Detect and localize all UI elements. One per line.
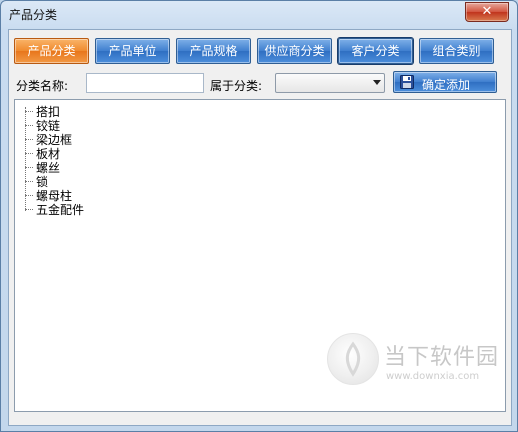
category-name-input[interactable] <box>86 73 204 93</box>
watermark: 当下软件园 www.downxia.com <box>324 329 504 391</box>
parent-category-select[interactable] <box>275 73 385 93</box>
confirm-add-button[interactable]: 确定添加 <box>393 71 497 93</box>
tab-bar: 产品分类 产品单位 产品规格 供应商分类 客户分类 组合类别 <box>14 38 506 64</box>
parent-category-label: 属于分类: <box>210 79 263 93</box>
watermark-url: www.downxia.com <box>386 371 480 382</box>
watermark-logo-icon <box>327 333 379 385</box>
app-window: 产品分类 ✕ 产品分类 产品单位 产品规格 供应商分类 客户分类 组合类别 分类… <box>0 0 518 432</box>
window-title: 产品分类 <box>9 8 58 22</box>
category-name-label: 分类名称: <box>16 79 69 93</box>
tree-item-label: 五金配件 <box>36 203 85 217</box>
close-button[interactable]: ✕ <box>465 2 509 22</box>
tab-supplier-category[interactable]: 供应商分类 <box>257 38 332 64</box>
tab-customer-category[interactable]: 客户分类 <box>338 38 413 64</box>
title-bar: 产品分类 ✕ <box>1 1 517 29</box>
watermark-text: 当下软件园 <box>384 345 500 370</box>
chevron-down-icon <box>373 80 381 85</box>
tab-product-category[interactable]: 产品分类 <box>14 38 89 64</box>
tab-product-unit[interactable]: 产品单位 <box>95 38 170 64</box>
close-icon: ✕ <box>481 4 493 19</box>
tab-combo-category[interactable]: 组合类别 <box>419 38 494 64</box>
confirm-add-label: 确定添加 <box>422 78 471 92</box>
floppy-disk-icon <box>400 75 414 89</box>
tab-product-spec[interactable]: 产品规格 <box>176 38 251 64</box>
add-category-form: 分类名称: 属于分类: 确定添加 <box>14 71 506 96</box>
